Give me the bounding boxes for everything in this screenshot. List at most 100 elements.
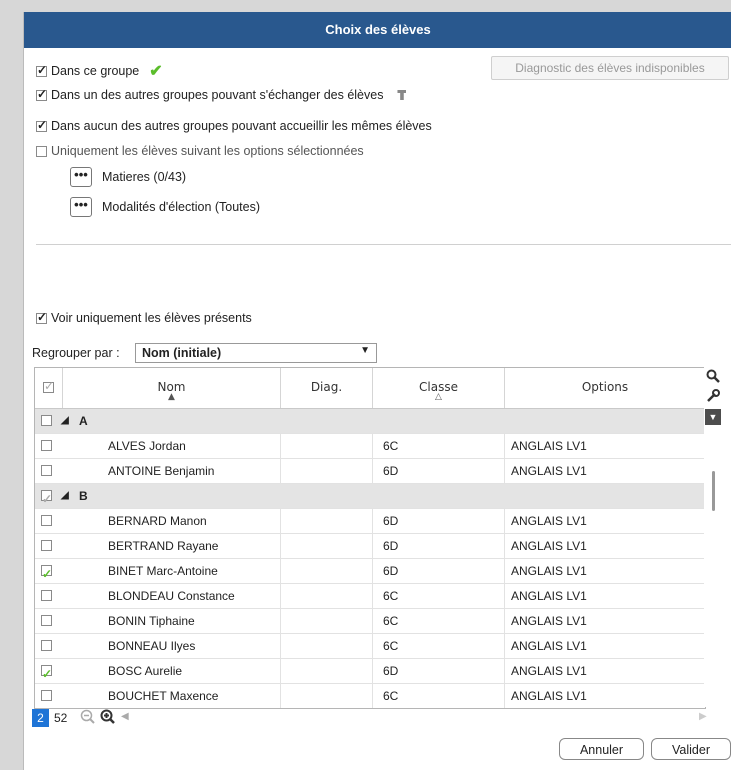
aucun-autres-label: Dans aucun des autres groupes pouvant ac… xyxy=(51,119,432,133)
row-checkbox-cell[interactable] xyxy=(35,534,63,558)
option-dans-ce-groupe[interactable]: Dans ce groupe ✔ xyxy=(36,61,163,81)
diag-cell xyxy=(281,509,373,533)
autres-echanger-label: Dans un des autres groupes pouvant s'éch… xyxy=(51,88,384,102)
table-row[interactable]: BERNARD Manon 6D ANGLAIS LV1 xyxy=(35,509,705,534)
student-options: ANGLAIS LV1 xyxy=(511,514,587,528)
option-uniquement-options[interactable]: Uniquement les élèves suivant les option… xyxy=(36,144,364,158)
header-options[interactable]: Options xyxy=(505,368,705,408)
student-class: 6C xyxy=(373,609,505,633)
group-checkbox[interactable] xyxy=(41,415,52,426)
scroll-left-icon[interactable]: ◀ xyxy=(121,711,129,722)
row-checkbox-cell[interactable] xyxy=(35,584,63,608)
diag-cell xyxy=(281,659,373,683)
regrouper-select[interactable]: Nom (initiale) ▼ xyxy=(135,343,377,363)
row-checkbox-cell[interactable] xyxy=(35,634,63,658)
grid-footer: 2 52 ◀ ▶ xyxy=(32,708,722,728)
group-checkbox[interactable] xyxy=(41,487,52,511)
modalites-dots-button[interactable]: ••• xyxy=(70,197,92,217)
collapse-triangle-icon[interactable]: ◢ xyxy=(61,484,77,508)
voir-presents-checkbox[interactable] xyxy=(36,310,47,324)
row-checkbox[interactable] xyxy=(41,590,52,601)
student-options: ANGLAIS LV1 xyxy=(511,664,587,678)
header-classe[interactable]: Classe △ xyxy=(373,368,505,408)
cancel-button[interactable]: Annuler xyxy=(559,738,644,760)
row-checkbox-cell[interactable] xyxy=(35,684,63,708)
modalites-label: Modalités d'élection (Toutes) xyxy=(102,200,261,214)
sort-outline-icon: △ xyxy=(435,392,442,402)
aucun-autres-checkbox[interactable] xyxy=(36,118,47,132)
row-checkbox-cell[interactable] xyxy=(35,659,63,686)
row-checkbox-cell[interactable] xyxy=(35,509,63,533)
header-diag-label: Diag. xyxy=(310,380,343,394)
row-checkbox[interactable] xyxy=(41,615,52,626)
row-checkbox[interactable] xyxy=(41,465,52,476)
diag-cell xyxy=(281,584,373,608)
group-row[interactable]: ◢ A xyxy=(35,409,705,434)
row-checkbox[interactable] xyxy=(41,440,52,451)
row-checkbox-cell[interactable] xyxy=(35,609,63,633)
table-row[interactable]: ANTOINE Benjamin 6D ANGLAIS LV1 xyxy=(35,459,705,484)
table-row[interactable]: BOUCHET Maxence 6C ANGLAIS LV1 xyxy=(35,684,705,708)
matieres-label: Matieres (0/43) xyxy=(102,170,187,184)
dropdown-arrow-icon: ▼ xyxy=(360,345,370,356)
scroll-right-icon[interactable]: ▶ xyxy=(699,711,707,722)
scrollbar-thumb[interactable] xyxy=(712,471,715,511)
students-grid: Nom ▲ Diag. Classe △ Options ◢AALVES Jor… xyxy=(34,367,706,709)
select-all-checkbox[interactable] xyxy=(43,379,54,393)
row-checkbox[interactable] xyxy=(41,662,52,686)
grid-toolbar-scroll: ▼ xyxy=(704,367,722,707)
uniquement-options-label: Uniquement les élèves suivant les option… xyxy=(51,144,364,158)
header-nom[interactable]: Nom ▲ xyxy=(63,368,281,408)
option-autres-echanger[interactable]: Dans un des autres groupes pouvant s'éch… xyxy=(36,87,407,102)
voir-presents-row[interactable]: Voir uniquement les élèves présents xyxy=(36,310,252,325)
student-name: ANTOINE Benjamin xyxy=(63,459,281,483)
row-checkbox-cell[interactable] xyxy=(35,459,63,483)
row-checkbox[interactable] xyxy=(41,640,52,651)
student-name: ALVES Jordan xyxy=(63,434,281,458)
table-row[interactable]: BERTRAND Rayane 6D ANGLAIS LV1 xyxy=(35,534,705,559)
dans-ce-groupe-checkbox[interactable] xyxy=(36,63,47,77)
zoom-in-icon[interactable] xyxy=(100,709,116,728)
row-checkbox-cell[interactable] xyxy=(35,434,63,458)
uniquement-options-checkbox[interactable] xyxy=(36,145,47,157)
group-checkbox-cell[interactable] xyxy=(35,484,63,511)
table-row[interactable]: BINET Marc-Antoine 6D ANGLAIS LV1 xyxy=(35,559,705,586)
header-select-all[interactable] xyxy=(35,368,63,408)
row-checkbox[interactable] xyxy=(41,515,52,526)
grid-header: Nom ▲ Diag. Classe △ Options xyxy=(35,368,705,409)
row-checkbox[interactable] xyxy=(41,540,52,551)
row-checkbox[interactable] xyxy=(41,562,52,586)
diagnostic-button[interactable]: Diagnostic des élèves indisponibles xyxy=(491,56,729,80)
collapse-triangle-icon[interactable]: ◢ xyxy=(61,409,77,433)
table-row[interactable]: BLONDEAU Constance 6C ANGLAIS LV1 xyxy=(35,584,705,609)
group-letter: B xyxy=(79,489,88,503)
menu-dropdown-icon[interactable]: ▼ xyxy=(705,409,721,425)
search-icon[interactable] xyxy=(705,369,721,385)
wrench-icon[interactable] xyxy=(705,389,721,405)
table-row[interactable]: BONIN Tiphaine 6C ANGLAIS LV1 xyxy=(35,609,705,634)
table-row[interactable]: BOSC Aurelie 6D ANGLAIS LV1 xyxy=(35,659,705,686)
diag-cell xyxy=(281,534,373,558)
option-aucun-autres[interactable]: Dans aucun des autres groupes pouvant ac… xyxy=(36,118,432,133)
green-check-icon: ✔ xyxy=(149,63,163,80)
student-name: BERTRAND Rayane xyxy=(63,534,281,558)
validate-button[interactable]: Valider xyxy=(651,738,731,760)
autres-echanger-checkbox[interactable] xyxy=(36,87,47,101)
table-row[interactable]: BONNEAU Ilyes 6C ANGLAIS LV1 xyxy=(35,634,705,659)
student-class: 6C xyxy=(373,684,505,708)
student-options: ANGLAIS LV1 xyxy=(511,614,587,628)
row-checkbox-cell[interactable] xyxy=(35,559,63,586)
student-options: ANGLAIS LV1 xyxy=(511,639,587,653)
row-checkbox[interactable] xyxy=(41,690,52,701)
table-row[interactable]: ALVES Jordan 6C ANGLAIS LV1 xyxy=(35,434,705,459)
student-options: ANGLAIS LV1 xyxy=(511,539,587,553)
group-row[interactable]: ◢B xyxy=(35,484,705,511)
header-diag[interactable]: Diag. xyxy=(281,368,373,408)
diag-cell xyxy=(281,609,373,633)
student-class: 6C xyxy=(373,634,505,658)
group-letter: A xyxy=(79,414,88,428)
group-checkbox-cell[interactable] xyxy=(35,409,63,433)
matieres-dots-button[interactable]: ••• xyxy=(70,167,92,187)
student-options: ANGLAIS LV1 xyxy=(511,464,587,478)
zoom-out-icon[interactable] xyxy=(80,709,96,728)
